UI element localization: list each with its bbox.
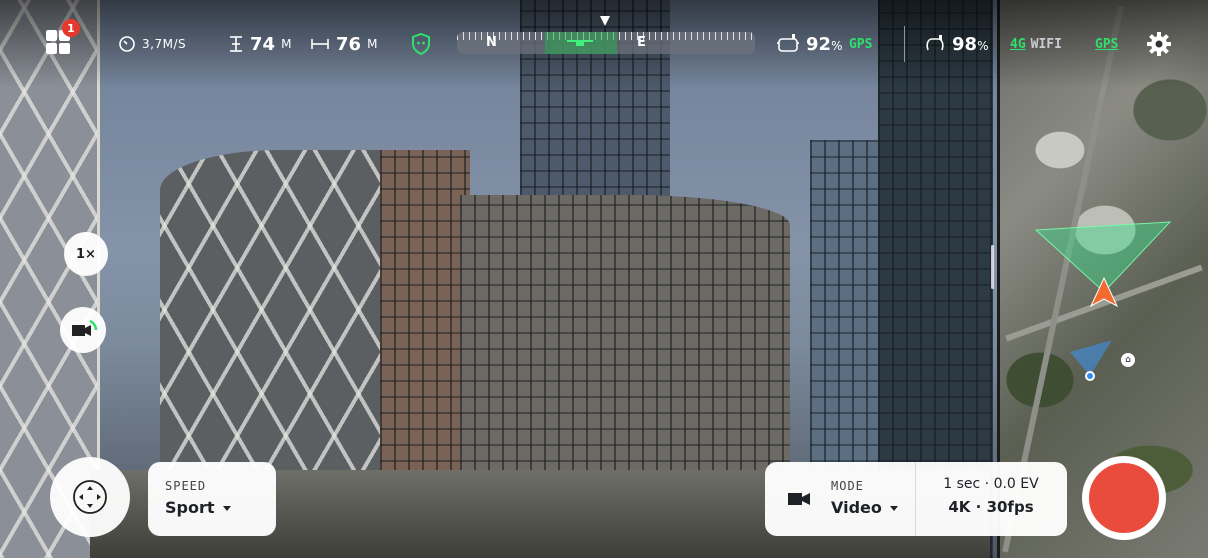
drone-battery-readout: 92% GPS — [776, 30, 872, 58]
camera-switch-icon — [72, 319, 98, 336]
controller-battery-value: 98 — [952, 33, 978, 55]
phone-gps-status: GPS — [1095, 36, 1119, 52]
chevron-down-icon — [222, 506, 231, 511]
distance-value: 76 — [336, 33, 362, 55]
obstacle-status[interactable] — [410, 30, 432, 58]
controller-battery-unit: % — [977, 38, 989, 53]
drone-position-arrow-icon — [1089, 276, 1119, 308]
joystick-icon — [73, 480, 107, 514]
drone-icon — [567, 40, 593, 46]
exposure-setting: 1 sec · 0.0 EV — [943, 476, 1039, 492]
altitude-unit: M — [281, 37, 292, 51]
home-icon: ⌂ — [1121, 353, 1135, 367]
network-status: 4G WIFI — [1010, 30, 1062, 58]
record-icon — [1087, 461, 1161, 535]
drone-battery-value: 92 — [806, 33, 832, 55]
camera-switch-button[interactable] — [60, 307, 106, 353]
zoom-label: 1× — [76, 246, 96, 262]
settings-icon[interactable] — [1146, 31, 1172, 57]
notification-badge: 1 — [62, 19, 80, 37]
drone-battery-icon — [777, 34, 799, 52]
chevron-down-icon — [889, 506, 898, 511]
status-bar: 1 3,7M/S 74 M 76 M N E 92% GPS 98% 4G WI… — [0, 0, 1208, 88]
controller-battery-icon — [926, 35, 944, 51]
resolution-setting: 4K · 30fps — [948, 498, 1034, 516]
speed-value-label: Sport — [165, 498, 215, 517]
map-resize-handle[interactable] — [991, 245, 994, 289]
altitude-icon — [230, 36, 242, 52]
record-button[interactable] — [1082, 456, 1166, 540]
compass-bar: N E — [457, 32, 755, 54]
speed-value: 3,7M/S — [142, 37, 187, 51]
status-separator — [904, 26, 905, 62]
camera-settings[interactable]: 1 sec · 0.0 EV 4K · 30fps — [915, 476, 1067, 516]
speed-panel[interactable]: SPEED Sport — [148, 462, 276, 536]
drone-battery-unit: % — [831, 38, 843, 53]
zoom-button[interactable]: 1× — [64, 232, 108, 276]
altitude-value: 74 — [250, 33, 276, 55]
speed-readout: 3,7M/S — [118, 30, 186, 58]
speed-label: SPEED — [165, 479, 207, 493]
video-camera-icon — [788, 493, 810, 505]
distance-unit: M — [367, 37, 378, 51]
distance-readout: 76 M — [310, 30, 378, 58]
shield-icon — [412, 32, 430, 56]
compass-east-label: E — [637, 35, 646, 50]
controller-battery-readout: 98% — [924, 30, 989, 58]
drone-gps-status: GPS — [848, 36, 873, 52]
network-4g: 4G — [1010, 36, 1026, 52]
heading-indicator-icon — [600, 16, 610, 26]
altitude-readout: 74 M — [228, 30, 292, 58]
mode-label: MODE — [831, 479, 864, 493]
joystick-button[interactable] — [50, 457, 130, 537]
distance-icon — [311, 39, 329, 49]
compass-north-label: N — [486, 35, 497, 50]
mode-panel[interactable]: MODE Video 1 sec · 0.0 EV 4K · 30fps — [765, 462, 1067, 536]
mode-value-label: Video — [831, 498, 882, 517]
mode-selector[interactable]: Video — [831, 498, 898, 517]
speed-selector[interactable]: Sport — [165, 498, 231, 517]
speedometer-icon — [119, 36, 135, 52]
network-wifi: WIFI — [1030, 36, 1062, 52]
pilot-position-dot — [1085, 371, 1095, 381]
phone-gps: GPS — [1095, 30, 1118, 58]
